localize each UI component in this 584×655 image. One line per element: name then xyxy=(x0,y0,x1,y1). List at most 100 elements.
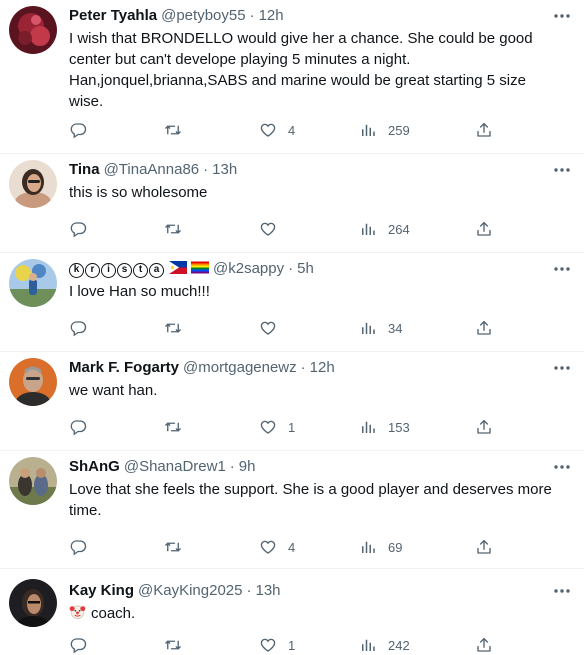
user-handle[interactable]: @KayKing2025 xyxy=(138,582,242,599)
views-button[interactable]: 69 xyxy=(359,537,402,557)
like-button[interactable] xyxy=(259,318,288,338)
reply-button[interactable] xyxy=(69,417,87,437)
tweet-text-line: we want han. xyxy=(69,382,158,399)
more-icon[interactable] xyxy=(552,459,572,475)
share-button[interactable] xyxy=(475,537,493,557)
tweet[interactable]: k r i s t a @k2sappy · 5h I love Han so much!!! … xyxy=(0,253,584,352)
view-count: 264 xyxy=(388,221,410,237)
timestamp[interactable]: 12h xyxy=(259,7,284,24)
user-handle[interactable]: @mortgagenewz xyxy=(183,359,297,376)
views-button[interactable]: 264 xyxy=(359,219,410,239)
like-count: 4 xyxy=(288,539,296,555)
reply-icon xyxy=(69,418,87,436)
more-icon[interactable] xyxy=(552,583,572,599)
retweet-button[interactable] xyxy=(164,635,182,655)
name-letter: r xyxy=(85,263,100,278)
user-handle[interactable]: @k2sappy xyxy=(213,260,284,277)
retweet-icon xyxy=(164,220,182,238)
action-bar: 34 xyxy=(69,318,509,338)
avatar[interactable] xyxy=(9,6,57,54)
reply-icon xyxy=(69,319,87,337)
views-icon xyxy=(359,418,377,436)
display-name[interactable]: Kay King xyxy=(69,582,134,599)
like-button[interactable]: 1 xyxy=(259,635,295,655)
timestamp[interactable]: 13h xyxy=(212,161,237,178)
views-button[interactable]: 34 xyxy=(359,318,402,338)
reply-icon xyxy=(69,121,87,139)
user-handle[interactable]: @petyboy55 xyxy=(161,7,245,24)
retweet-icon xyxy=(164,319,182,337)
retweet-button[interactable] xyxy=(164,417,182,437)
share-button[interactable] xyxy=(475,219,493,239)
name-letter: a xyxy=(149,263,164,278)
tweet-text-line: wise. xyxy=(69,93,104,110)
separator-dot: · xyxy=(203,161,209,178)
tweet[interactable]: Mark F. Fogarty @mortgagenewz · 12h we want… xyxy=(0,352,584,451)
display-name[interactable]: Mark F. Fogarty xyxy=(69,359,179,376)
reply-button[interactable] xyxy=(69,120,87,140)
retweet-button[interactable] xyxy=(164,120,182,140)
more-icon[interactable] xyxy=(552,162,572,178)
share-button[interactable] xyxy=(475,417,493,437)
action-bar: 1 242 xyxy=(69,635,509,655)
timestamp[interactable]: 13h xyxy=(255,582,280,599)
reply-button[interactable] xyxy=(69,318,87,338)
tweet-text-line: Han,jonquel,brianna,SABS and marine woul… xyxy=(69,72,526,89)
tweet-text: Love that she feels the support. She is … xyxy=(69,479,569,521)
more-icon[interactable] xyxy=(552,360,572,376)
tweet-text: I love Han so much!!! xyxy=(69,281,569,302)
like-button[interactable]: 1 xyxy=(259,417,295,437)
tweet-header: Kay King @KayKing2025 · 13h xyxy=(69,581,281,601)
tweet-text-line: time. xyxy=(69,502,102,519)
reply-button[interactable] xyxy=(69,219,87,239)
heart-icon xyxy=(259,319,277,337)
share-button[interactable] xyxy=(475,635,493,655)
views-button[interactable]: 153 xyxy=(359,417,410,437)
display-name[interactable]: Peter Tyahla xyxy=(69,7,157,24)
share-button[interactable] xyxy=(475,318,493,338)
tweet-header: k r i s t a @k2sappy · 5h xyxy=(69,259,314,279)
views-icon xyxy=(359,319,377,337)
tweet[interactable]: ShAnG @ShanaDrew1 · 9h Love that she feels … xyxy=(0,451,584,569)
user-handle[interactable]: @ShanaDrew1 xyxy=(124,458,226,475)
avatar[interactable] xyxy=(9,457,57,505)
reply-feed: Peter Tyahla @petyboy55 · 12h I wish that B… xyxy=(0,0,584,655)
display-name[interactable]: Tina xyxy=(69,161,100,178)
share-icon xyxy=(475,121,493,139)
more-icon[interactable] xyxy=(552,8,572,24)
heart-icon xyxy=(259,220,277,238)
like-button[interactable]: 4 xyxy=(259,120,295,140)
retweet-button[interactable] xyxy=(164,537,182,557)
avatar[interactable] xyxy=(9,358,57,406)
tweet[interactable]: Tina @TinaAnna86 · 13h this is so wholesome… xyxy=(0,154,584,253)
avatar[interactable] xyxy=(9,160,57,208)
like-button[interactable]: 4 xyxy=(259,537,295,557)
share-icon xyxy=(475,538,493,556)
views-button[interactable]: 242 xyxy=(359,635,410,655)
tweet[interactable]: Kay King @KayKing2025 · 13h coach. 1 242 xyxy=(0,569,584,655)
clown-face-emoji-icon xyxy=(69,603,86,626)
user-handle[interactable]: @TinaAnna86 xyxy=(104,161,200,178)
avatar[interactable] xyxy=(9,579,57,627)
views-button[interactable]: 259 xyxy=(359,120,410,140)
tweet[interactable]: Peter Tyahla @petyboy55 · 12h I wish that B… xyxy=(0,0,584,154)
timestamp[interactable]: 5h xyxy=(297,260,314,277)
separator-dot: · xyxy=(246,582,252,599)
tweet-text: I wish that BRONDELLO would give her a c… xyxy=(69,28,569,112)
avatar[interactable] xyxy=(9,259,57,307)
share-button[interactable] xyxy=(475,120,493,140)
tweet-header: Mark F. Fogarty @mortgagenewz · 12h xyxy=(69,358,335,378)
display-name[interactable]: krista xyxy=(69,260,209,278)
reply-button[interactable] xyxy=(69,537,87,557)
timestamp[interactable]: 12h xyxy=(310,359,335,376)
display-name[interactable]: ShAnG xyxy=(69,458,120,475)
reply-button[interactable] xyxy=(69,635,87,655)
share-icon xyxy=(475,319,493,337)
retweet-button[interactable] xyxy=(164,219,182,239)
retweet-button[interactable] xyxy=(164,318,182,338)
views-icon xyxy=(359,220,377,238)
timestamp[interactable]: 9h xyxy=(239,458,256,475)
views-icon xyxy=(359,636,377,654)
more-icon[interactable] xyxy=(552,261,572,277)
like-button[interactable] xyxy=(259,219,288,239)
